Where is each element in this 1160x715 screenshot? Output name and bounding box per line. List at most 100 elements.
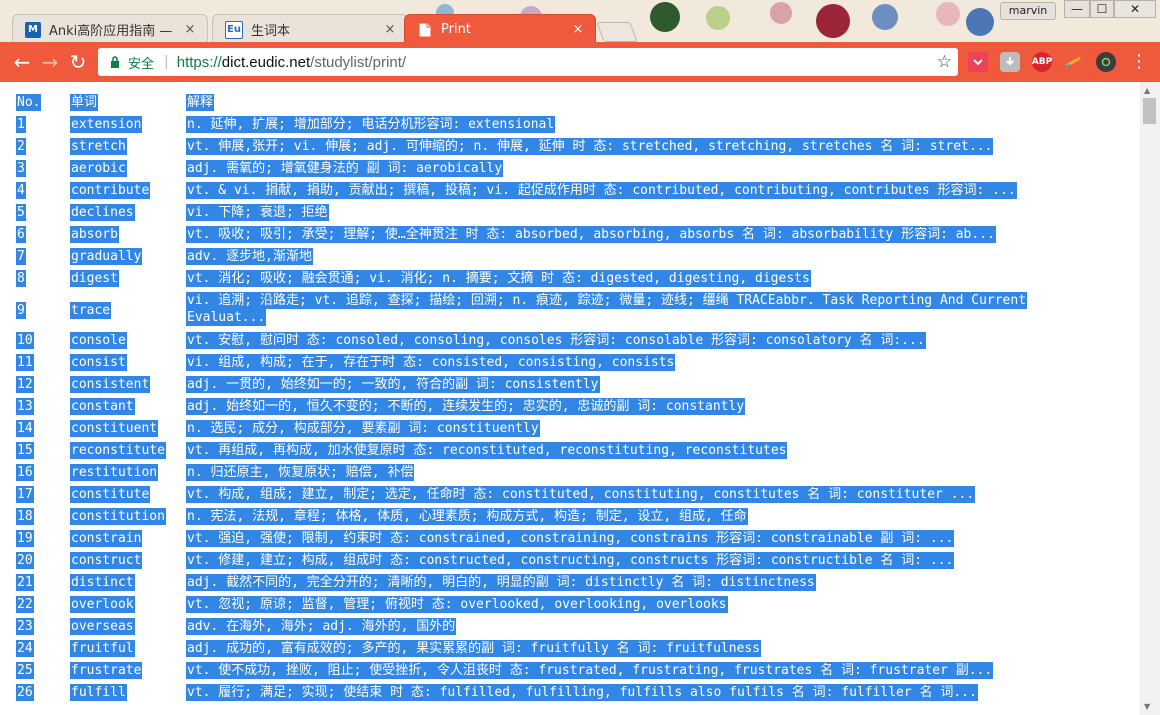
- row-definition: vi. 下降; 衰退; 拒绝: [186, 204, 329, 221]
- row-definition: vt. 伸展,张开; vi. 伸展; adj. 可伸缩的; n. 伸展, 延伸 …: [186, 138, 994, 155]
- row-definition: vt. 构成, 组成; 建立, 制定; 选定, 任命时 态: constitut…: [186, 486, 976, 503]
- row-definition: vt. 强迫, 强使; 限制, 约束时 态: constrained, cons…: [186, 530, 955, 547]
- definition-text: vt. 构成, 组成; 建立, 制定; 选定, 任命时 态: constitut…: [186, 486, 976, 503]
- definition-text: adj. 截然不同的, 完全分开的; 清晰的, 明白的, 明显的副 词: dis…: [186, 574, 816, 591]
- row-number: 8: [16, 270, 26, 287]
- row-word: stretch: [70, 138, 127, 155]
- back-button[interactable]: ←: [10, 50, 34, 74]
- eudic-favicon-icon: Eu: [225, 20, 243, 39]
- scroll-up-icon[interactable]: ▲: [1144, 86, 1150, 95]
- row-word: overlook: [70, 596, 135, 613]
- decorative-dot: [816, 4, 850, 38]
- row-definition: n. 宪法, 法规, 章程; 体格, 体质, 心理素质; 构成方式, 构造; 制…: [186, 508, 748, 525]
- row-word: absorb: [70, 226, 119, 243]
- header-word: 单词: [70, 94, 99, 111]
- table-row: 25 frustrate vt. 使不成功, 挫败, 阻止; 使受挫折, 令人沮丧时…: [16, 662, 1126, 684]
- definition-text: vt. 吸收; 吸引; 承受; 理解; 使…全神贯注 时 态: absorbed…: [186, 226, 996, 243]
- separator: |: [164, 54, 169, 70]
- close-icon[interactable]: ×: [183, 22, 197, 37]
- row-number: 25: [16, 662, 34, 679]
- new-tab-button[interactable]: [596, 22, 638, 42]
- row-definition: vt. & vi. 捐献, 捐助, 贡献出; 撰稿, 投稿; vi. 起促成作用…: [186, 182, 1017, 199]
- close-window-button[interactable]: ✕: [1114, 0, 1156, 18]
- row-number: 20: [16, 552, 34, 569]
- definition-text: Evaluat...: [186, 309, 267, 326]
- decorative-dot: [770, 2, 792, 24]
- decorative-dot: [936, 2, 960, 26]
- table-row: 24 fruitful adj. 成功的, 富有成效的; 多产的, 果实累累的副 词…: [16, 640, 1126, 662]
- forward-button[interactable]: →: [38, 50, 62, 74]
- table-row: 11 consist vi. 组成, 构成; 在于, 存在于时 态: consist…: [16, 354, 1126, 376]
- row-word: consistent: [70, 376, 151, 393]
- scroll-down-icon[interactable]: ▼: [1144, 702, 1150, 711]
- definition-text: vt. 伸展,张开; vi. 伸展; adj. 可伸缩的; n. 伸展, 延伸 …: [186, 138, 994, 155]
- row-word: fruitful: [70, 640, 135, 657]
- row-word: declines: [70, 204, 135, 221]
- download-icon[interactable]: [1000, 52, 1020, 72]
- table-row: 19 constrain vt. 强迫, 强使; 限制, 约束时 态: constr…: [16, 530, 1126, 552]
- row-definition: vt. 修建, 建立; 构成, 组成时 态: constructed, cons…: [186, 552, 955, 569]
- row-word: restitution: [70, 464, 159, 481]
- row-word: gradually: [70, 248, 143, 265]
- definition-text: vt. 修建, 建立; 构成, 组成时 态: constructed, cons…: [186, 552, 955, 569]
- row-number: 2: [16, 138, 26, 155]
- row-number: 4: [16, 182, 26, 199]
- camera-icon[interactable]: [1096, 52, 1116, 72]
- scroll-thumb[interactable]: [1143, 98, 1156, 124]
- close-icon[interactable]: ×: [571, 22, 585, 37]
- definition-text: vt. 使不成功, 挫败, 阻止; 使受挫折, 令人沮丧时 态: frustra…: [186, 662, 994, 679]
- row-definition: adv. 在海外, 海外; adj. 海外的, 国外的: [186, 618, 457, 635]
- row-definition: vt. 安慰, 慰问时 态: consoled, consoling, cons…: [186, 332, 926, 349]
- row-number: 10: [16, 332, 34, 349]
- adblock-plus-icon[interactable]: ABP: [1032, 52, 1052, 72]
- row-definition: vt. 吸收; 吸引; 承受; 理解; 使…全神贯注 时 态: absorbed…: [186, 226, 996, 243]
- row-number: 5: [16, 204, 26, 221]
- decorative-dot: [872, 4, 898, 30]
- table-row: 4 contribute vt. & vi. 捐献, 捐助, 贡献出; 撰稿, 投稿…: [16, 182, 1126, 204]
- row-definition: adj. 截然不同的, 完全分开的; 清晰的, 明白的, 明显的副 词: dis…: [186, 574, 816, 591]
- row-number: 26: [16, 684, 34, 701]
- decorative-dot: [966, 8, 994, 36]
- menu-icon[interactable]: ⋮: [1130, 50, 1148, 74]
- row-number: 6: [16, 226, 26, 243]
- profile-button[interactable]: marvin: [1000, 2, 1056, 20]
- reload-button[interactable]: ↻: [66, 50, 90, 74]
- row-definition: adj. 一贯的, 始终如一的; 一致的, 符合的副 词: consistent…: [186, 376, 600, 393]
- row-word: digest: [70, 270, 119, 287]
- row-word: constituent: [70, 420, 159, 437]
- pencil-icon[interactable]: [1064, 52, 1084, 72]
- table-row: 18 constitution n. 宪法, 法规, 章程; 体格, 体质, 心理素…: [16, 508, 1126, 530]
- minimize-button[interactable]: —: [1064, 0, 1090, 18]
- address-bar[interactable]: 安全 | https://dict.eudic.net/studylist/pr…: [98, 48, 958, 76]
- row-number: 22: [16, 596, 34, 613]
- definition-text: n. 宪法, 法规, 章程; 体格, 体质, 心理素质; 构成方式, 构造; 制…: [186, 508, 748, 525]
- row-number: 15: [16, 442, 34, 459]
- definition-text: n. 归还原主, 恢复原状; 赔偿, 补偿: [186, 464, 415, 481]
- row-definition: n. 选民; 成分, 构成部分, 要素副 词: constituently: [186, 420, 540, 437]
- vertical-scrollbar[interactable]: ▲ ▼: [1140, 82, 1160, 715]
- row-definition: vt. 使不成功, 挫败, 阻止; 使受挫折, 令人沮丧时 态: frustra…: [186, 662, 994, 679]
- row-definition: vi. 追溯; 沿路走; vt. 追踪, 查探; 描绘; 回溯; n. 痕迹, …: [186, 292, 1028, 326]
- url-text[interactable]: https://dict.eudic.net/studylist/print/: [177, 54, 406, 71]
- row-definition: n. 延伸, 扩展; 增加部分; 电话分机形容词: extensional: [186, 116, 556, 133]
- pocket-icon[interactable]: [968, 52, 988, 72]
- definition-text: vt. & vi. 捐献, 捐助, 贡献出; 撰稿, 投稿; vi. 起促成作用…: [186, 182, 1017, 199]
- close-icon[interactable]: ×: [383, 22, 397, 37]
- maximize-button[interactable]: ☐: [1090, 0, 1114, 18]
- row-word: extension: [70, 116, 143, 133]
- tab-vocabulary[interactable]: Eu 生词本 ×: [212, 14, 408, 42]
- row-number: 13: [16, 398, 34, 415]
- table-row: 2 stretch vt. 伸展,张开; vi. 伸展; adj. 可伸缩的; n.…: [16, 138, 1126, 160]
- decorative-dot: [706, 6, 730, 30]
- row-word: contribute: [70, 182, 151, 199]
- table-row: 5 declines vi. 下降; 衰退; 拒绝: [16, 204, 1126, 226]
- bookmark-star-icon[interactable]: ☆: [937, 52, 952, 72]
- row-number: 19: [16, 530, 34, 547]
- table-row: 23 overseas adv. 在海外, 海外; adj. 海外的, 国外的: [16, 618, 1126, 640]
- tab-print[interactable]: Print ×: [404, 14, 596, 42]
- tab-anki-guide[interactable]: M Anki高阶应用指南 — Co ×: [12, 14, 208, 42]
- row-word: constrain: [70, 530, 143, 547]
- definition-text: vt. 履行; 满足; 实现; 使结束 时 态: fulfilled, fulf…: [186, 684, 978, 701]
- row-definition: vt. 忽视; 原谅; 监督, 管理; 俯视时 态: overlooked, o…: [186, 596, 728, 613]
- table-row: 12 consistent adj. 一贯的, 始终如一的; 一致的, 符合的副 词…: [16, 376, 1126, 398]
